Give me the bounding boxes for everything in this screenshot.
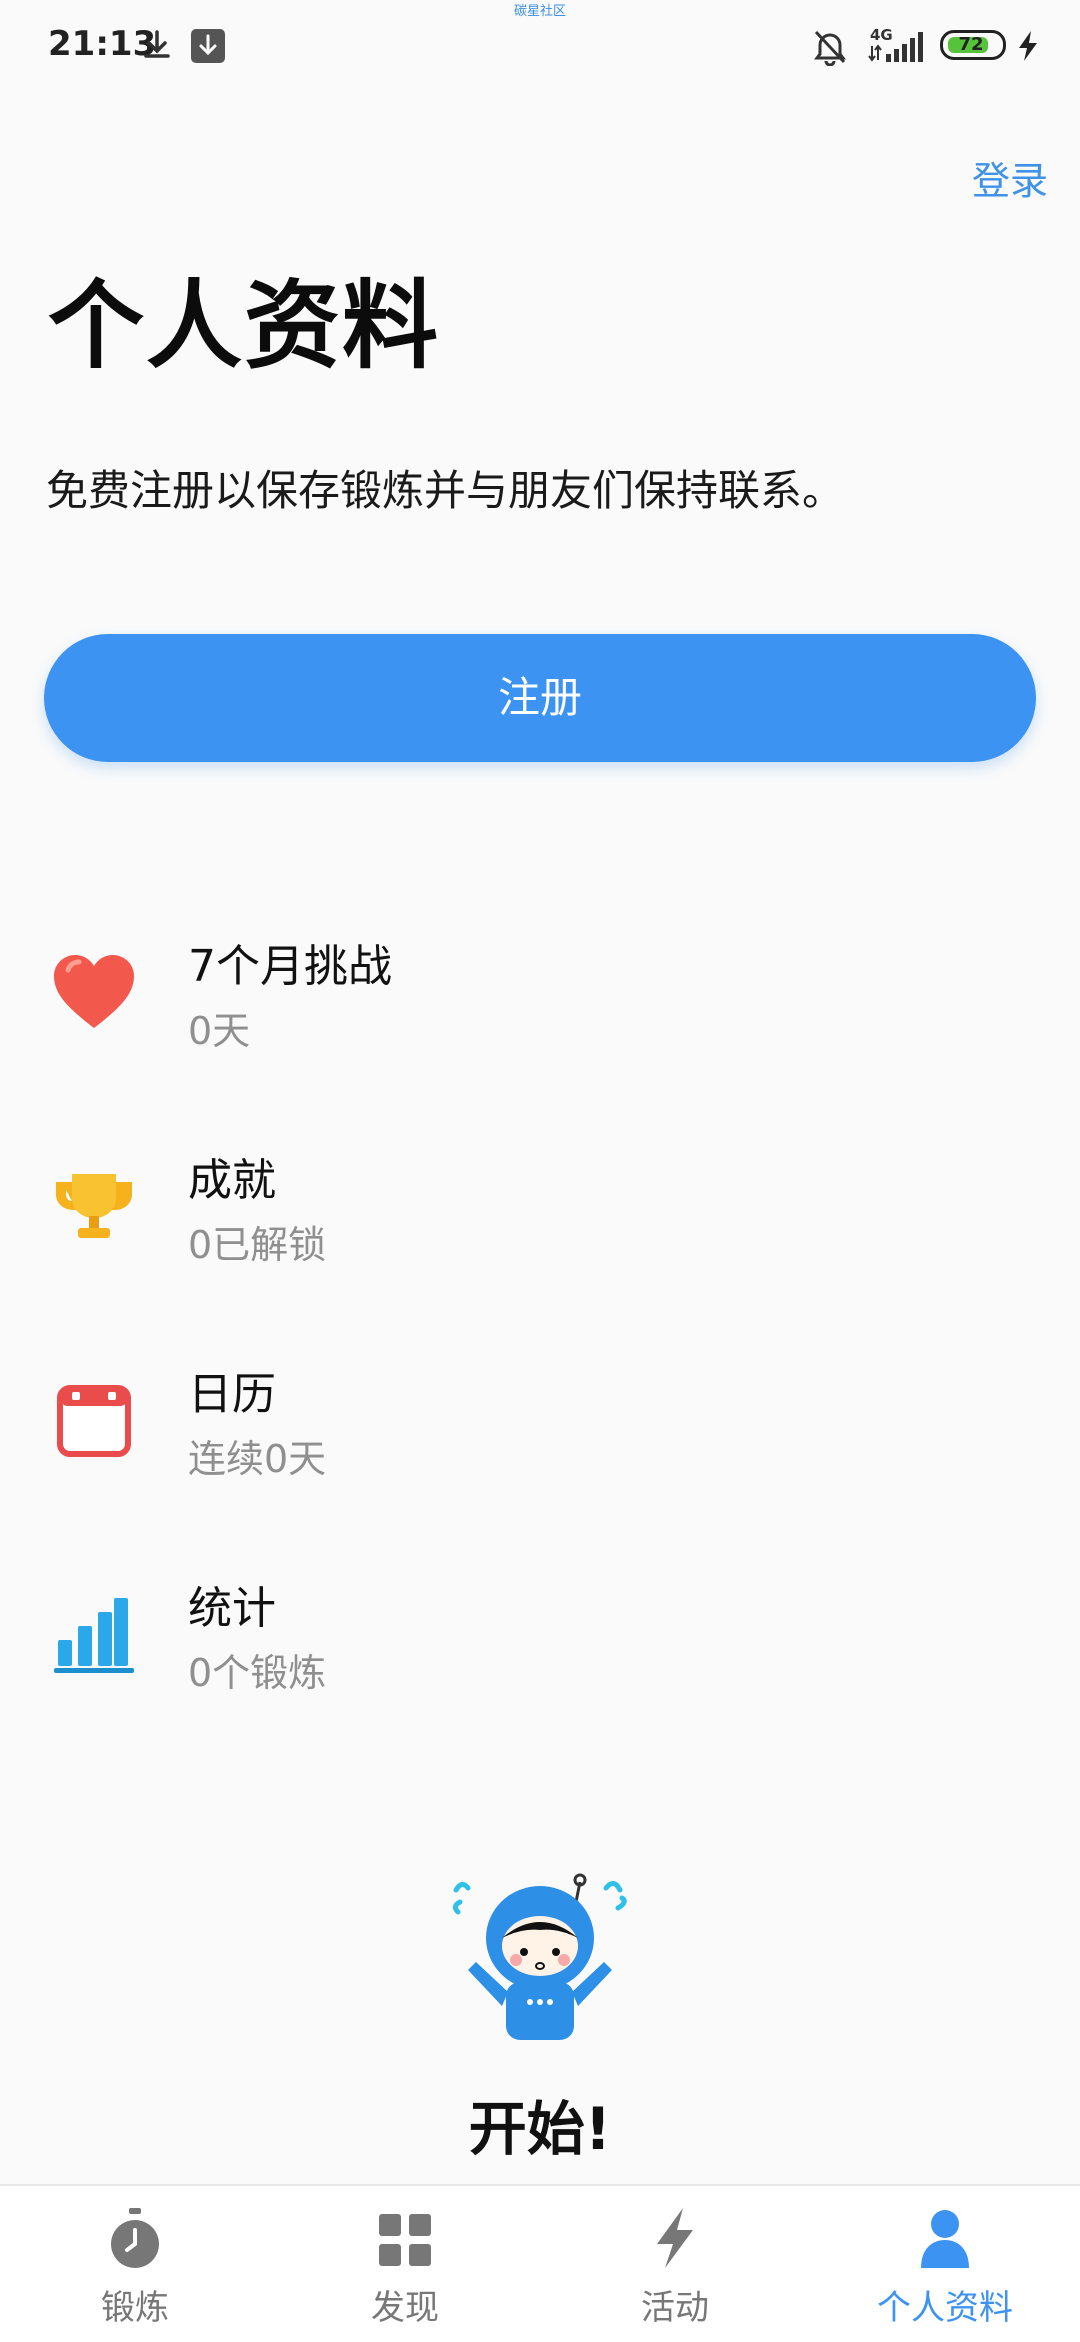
nav-item-profile[interactable]: 个人资料 bbox=[810, 2186, 1080, 2342]
menu-item-title: 7个月挑战 bbox=[188, 941, 392, 992]
calendar-icon bbox=[57, 1385, 131, 1457]
menu-item-statistics[interactable]: 统计 0个锻炼 bbox=[0, 1560, 1080, 1710]
menu-item-subtitle: 0个锻炼 bbox=[188, 1651, 327, 1695]
mascot-icon bbox=[452, 1873, 627, 2040]
battery-level: 72 bbox=[958, 34, 984, 55]
lightning-icon bbox=[657, 2208, 693, 2268]
start-label[interactable]: 开始! bbox=[0, 2082, 1080, 2166]
menu-item-title: 成就 bbox=[188, 1155, 276, 1206]
status-bar: 碳星社区 21:13 4G 72 bbox=[0, 0, 1080, 96]
mute-bell-icon bbox=[814, 30, 846, 66]
nav-item-activity[interactable]: 活动 bbox=[540, 2186, 810, 2342]
battery-icon: 72 bbox=[940, 30, 1006, 60]
nav-item-discover[interactable]: 发现 bbox=[270, 2186, 540, 2342]
intro-text: 免费注册以保存锻炼并与朋友们保持联系。 bbox=[46, 466, 845, 515]
bar-chart-icon bbox=[54, 1598, 134, 1673]
menu-item-subtitle: 0天 bbox=[188, 1009, 251, 1053]
menu-item-calendar[interactable]: 日历 连续0天 bbox=[0, 1346, 1080, 1496]
menu-item-subtitle: 0已解锁 bbox=[188, 1223, 327, 1267]
nav-label: 个人资料 bbox=[877, 2288, 1013, 2328]
trophy-icon bbox=[56, 1174, 132, 1238]
nav-item-workout[interactable]: 锻炼 bbox=[0, 2186, 270, 2342]
stopwatch-icon bbox=[111, 2208, 159, 2268]
menu-item-title: 日历 bbox=[188, 1369, 276, 1420]
download-box-icon bbox=[191, 29, 225, 63]
charging-icon bbox=[1019, 31, 1037, 61]
nav-label: 发现 bbox=[371, 2288, 439, 2328]
menu-item-challenge[interactable]: 7个月挑战 0天 bbox=[0, 918, 1080, 1068]
nav-label: 锻炼 bbox=[101, 2288, 169, 2328]
person-icon bbox=[921, 2210, 969, 2268]
register-button[interactable]: 注册 bbox=[44, 634, 1036, 762]
page-title: 个人资料 bbox=[48, 270, 440, 382]
top-tag: 碳星社区 bbox=[513, 4, 566, 19]
menu-item-title: 统计 bbox=[188, 1583, 276, 1634]
grid-icon bbox=[379, 2214, 431, 2266]
status-time: 21:13 bbox=[48, 24, 157, 64]
download-icon bbox=[144, 30, 170, 58]
signal-icon bbox=[868, 32, 923, 62]
menu-item-subtitle: 连续0天 bbox=[188, 1437, 327, 1481]
heart-icon bbox=[54, 955, 134, 1028]
nav-label: 活动 bbox=[641, 2288, 709, 2328]
bottom-nav: 锻炼 发现 活动 个人资料 bbox=[0, 2184, 1080, 2342]
login-link[interactable]: 登录 bbox=[972, 150, 1048, 205]
menu-item-achievements[interactable]: 成就 0已解锁 bbox=[0, 1132, 1080, 1282]
